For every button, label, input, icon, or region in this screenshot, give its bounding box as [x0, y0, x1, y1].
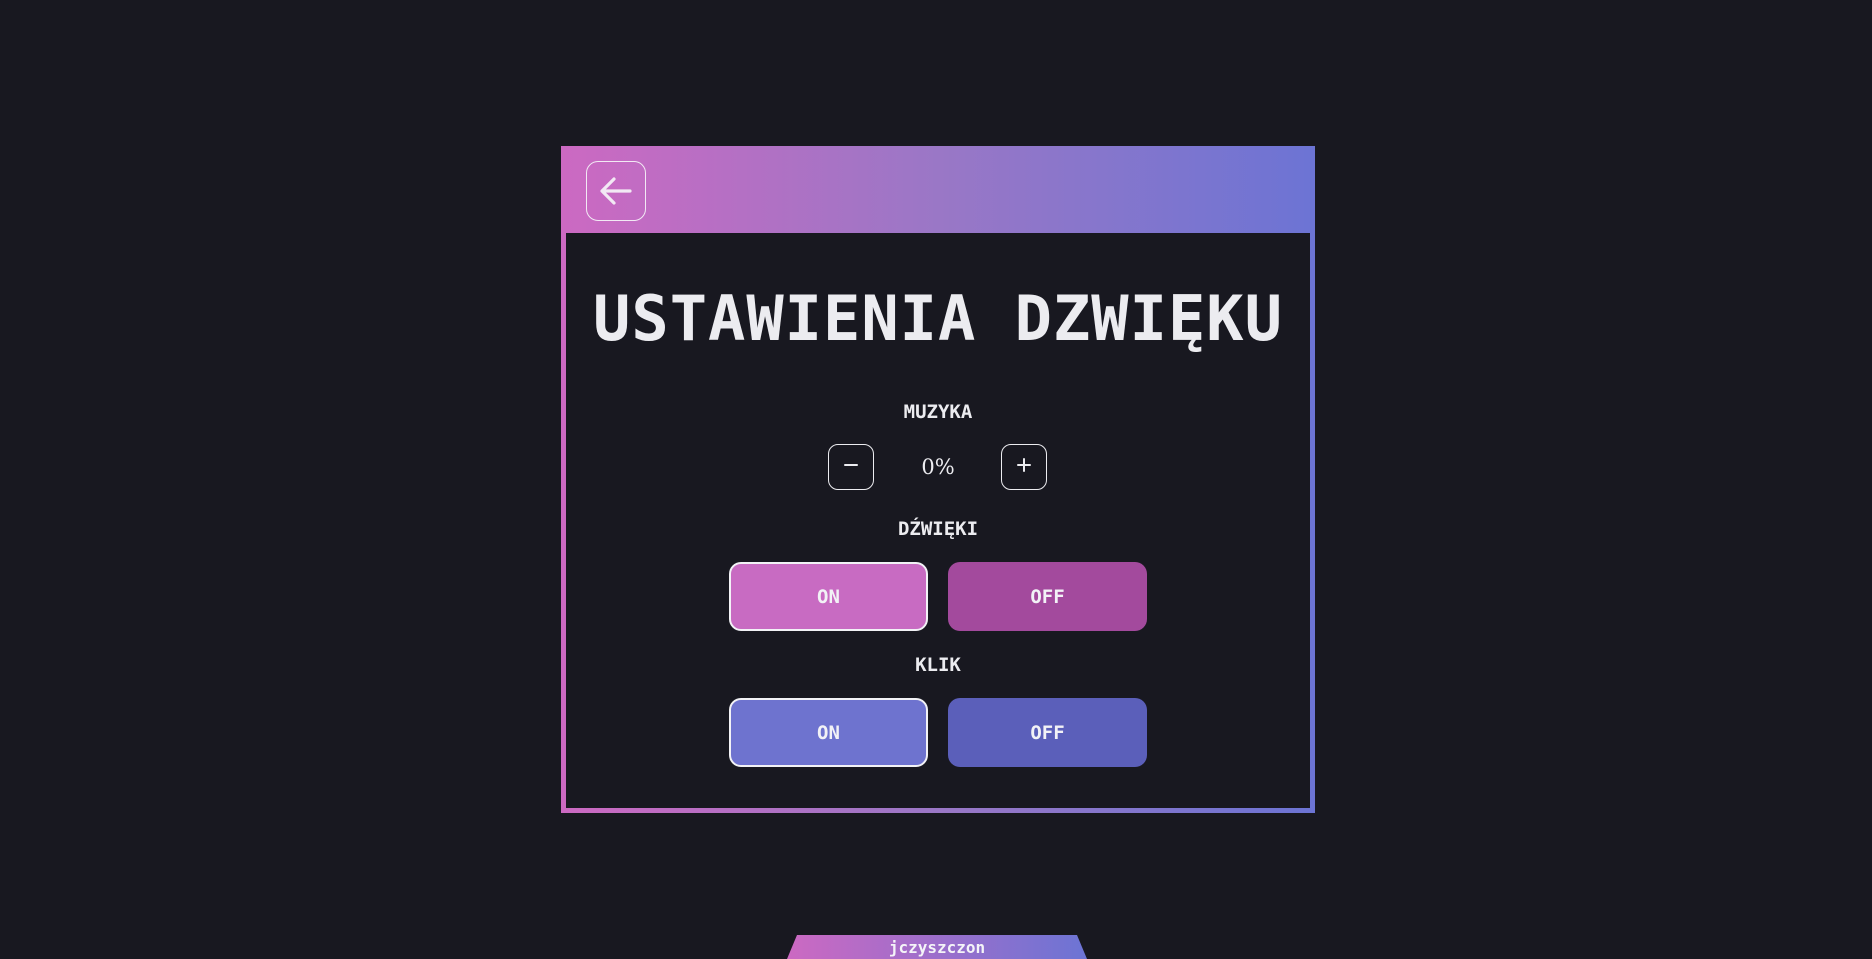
arrow-left-icon	[599, 176, 633, 206]
click-off-button[interactable]: OFF	[948, 698, 1147, 767]
click-label: KLIK	[915, 654, 961, 676]
panel-header	[566, 146, 1310, 233]
click-on-button[interactable]: ON	[729, 698, 928, 767]
panel-body: USTAWIENIA DZWIĘKU MUZYKA 0% DŹWIĘKI ON …	[566, 233, 1310, 808]
plus-icon	[1016, 457, 1032, 477]
music-label: MUZYKA	[903, 401, 973, 423]
increase-volume-button[interactable]	[1001, 444, 1047, 490]
sounds-label: DŹWIĘKI	[897, 518, 979, 540]
back-button[interactable]	[586, 161, 646, 221]
music-volume-stepper: 0%	[566, 444, 1310, 490]
settings-panel: USTAWIENIA DZWIĘKU MUZYKA 0% DŹWIĘKI ON …	[561, 146, 1315, 813]
music-volume-value: 0%	[921, 455, 955, 479]
sounds-off-button[interactable]: OFF	[948, 562, 1147, 631]
page-title: USTAWIENIA DZWIĘKU	[593, 282, 1283, 355]
author-footer: jczyszczon	[787, 935, 1087, 959]
sounds-on-button[interactable]: ON	[729, 562, 928, 631]
